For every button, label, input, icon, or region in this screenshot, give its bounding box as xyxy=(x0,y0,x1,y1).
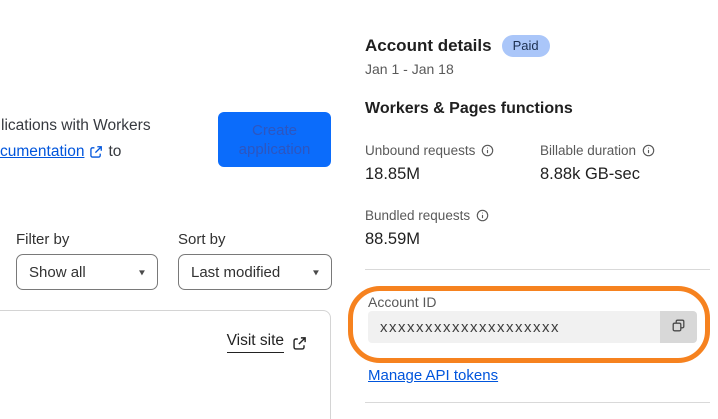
create-application-label: Create application xyxy=(238,121,311,158)
account-id-label: Account ID xyxy=(368,294,437,310)
intro-text-line2: cumentation to xyxy=(0,143,121,161)
filter-by-label: Filter by xyxy=(16,231,70,248)
intro-text-line1: lications with Workers xyxy=(1,117,151,134)
metric-value: 18.85M xyxy=(365,165,421,183)
account-details-title: Account details xyxy=(365,36,492,55)
metric-value: 88.59M xyxy=(365,230,421,248)
copy-button[interactable] xyxy=(660,311,697,343)
manage-api-tokens-link[interactable]: Manage API tokens xyxy=(368,367,498,384)
sort-by-label: Sort by xyxy=(178,231,226,248)
workers-pages-dashboard: lications with Workers cumentation to Cr… xyxy=(0,0,718,419)
info-icon[interactable] xyxy=(642,144,655,157)
visit-site-link[interactable]: Visit site xyxy=(226,332,306,353)
external-link-icon xyxy=(292,336,306,350)
plan-badge: Paid xyxy=(501,35,550,57)
filter-by-value: Show all xyxy=(29,263,86,281)
external-link-icon xyxy=(89,145,103,159)
divider xyxy=(365,402,710,403)
metric-label: Bundled requests xyxy=(365,208,471,223)
metric-bundled-requests: Bundled requests 88.59M xyxy=(365,208,489,249)
metric-billable-duration: Billable duration 8.88k GB-sec xyxy=(540,143,655,184)
metric-label: Billable duration xyxy=(540,143,637,158)
metric-unbound-requests: Unbound requests 18.85M xyxy=(365,143,494,184)
intro-text-suffix: to xyxy=(108,143,122,160)
metric-value: 8.88k GB-sec xyxy=(540,165,640,183)
visit-site-label: Visit site xyxy=(226,332,284,353)
documentation-link[interactable]: cumentation xyxy=(0,143,84,161)
chevron-down-icon: ▾ xyxy=(138,266,145,278)
sort-by-select[interactable]: Last modified ▾ xyxy=(178,254,332,290)
create-application-button[interactable]: Create application xyxy=(218,112,331,167)
section-title: Workers & Pages functions xyxy=(365,100,573,117)
copy-icon xyxy=(670,317,687,337)
account-id-field-group xyxy=(368,311,697,343)
info-icon[interactable] xyxy=(481,144,494,157)
account-id-input[interactable] xyxy=(368,311,660,343)
divider xyxy=(365,269,710,270)
account-details-header: Account details Paid xyxy=(365,35,550,57)
chevron-down-icon: ▾ xyxy=(312,266,319,278)
date-range: Jan 1 - Jan 18 xyxy=(365,61,454,77)
filter-by-select[interactable]: Show all ▾ xyxy=(16,254,158,290)
project-card: Visit site xyxy=(0,310,331,419)
sort-by-value: Last modified xyxy=(191,263,281,281)
info-icon[interactable] xyxy=(476,209,489,222)
metric-label: Unbound requests xyxy=(365,143,476,158)
